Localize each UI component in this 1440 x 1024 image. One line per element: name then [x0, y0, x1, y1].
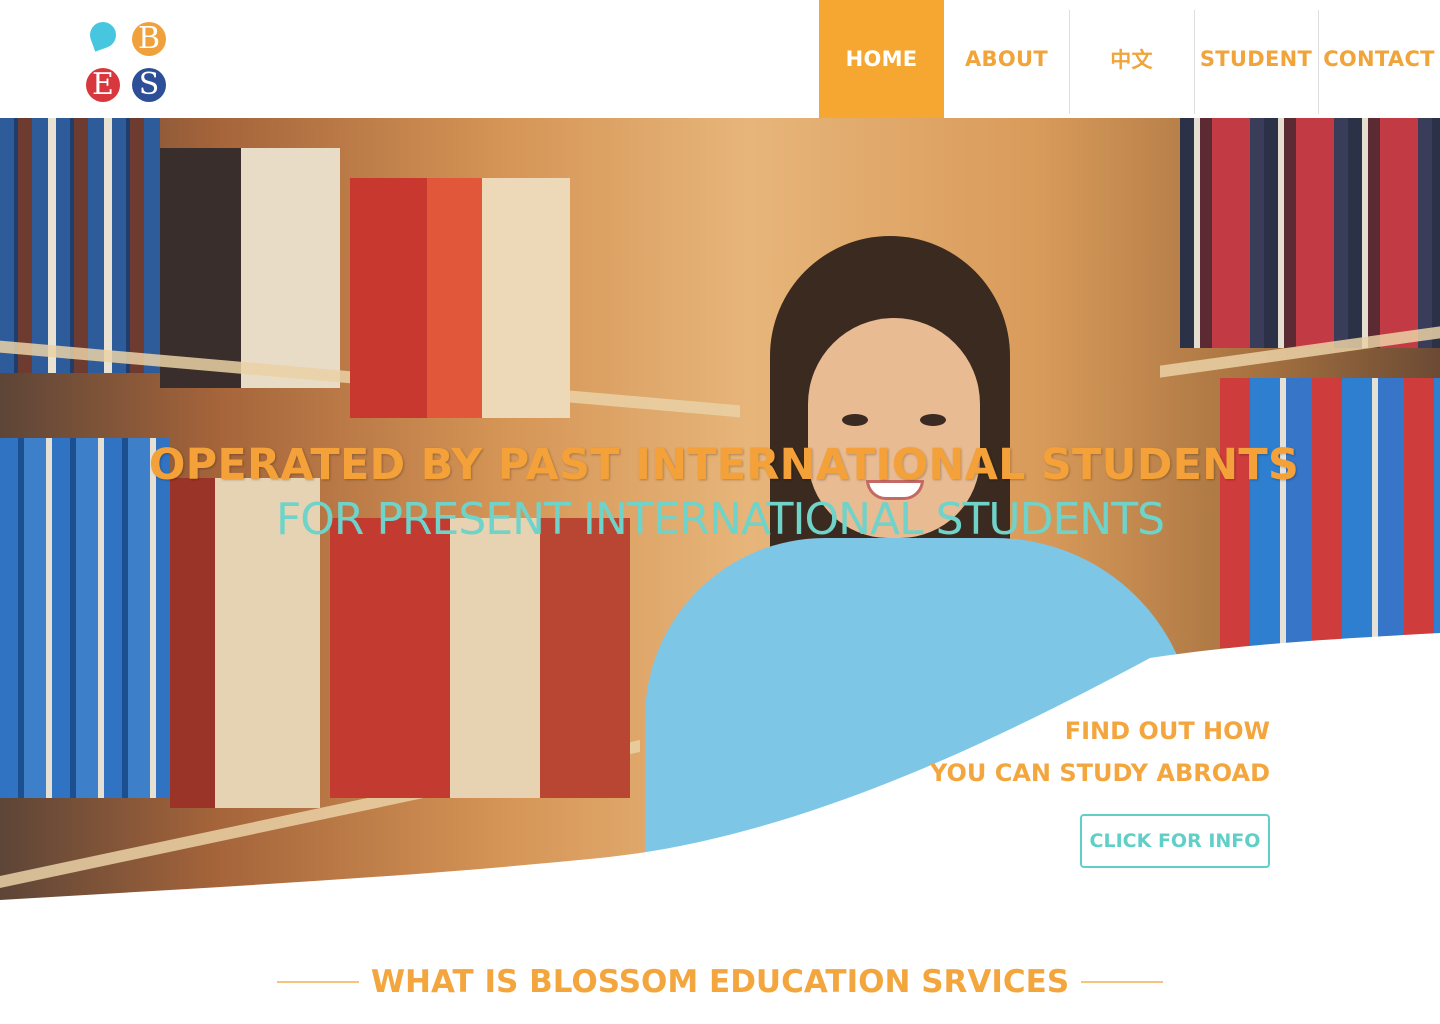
nav-item-contact[interactable]: CONTACT	[1318, 0, 1440, 118]
hero-headline-primary: OPERATED BY PAST INTERNATIONAL STUDENTS	[148, 440, 1300, 490]
study-abroad-cta: FIND OUT HOW YOU CAN STUDY ABROAD	[930, 710, 1270, 794]
cta-line-2: YOU CAN STUDY ABROAD	[929, 759, 1270, 787]
hero-headline-secondary: FOR PRESENT INTERNATIONAL STUDENTS	[275, 494, 1165, 545]
logo-letter-b: B	[132, 22, 166, 56]
section-title: WHAT IS BLOSSOM EDUCATION SRVICES	[370, 964, 1070, 1000]
logo-letter-s: S	[132, 68, 166, 102]
heading-rule-right	[1081, 981, 1164, 983]
heading-rule-left	[276, 981, 359, 983]
section-heading: WHAT IS BLOSSOM EDUCATION SRVICES	[0, 956, 1440, 1008]
site-header: B E S HOME ABOUT 中文 STUDENT CONTACT	[0, 0, 1440, 118]
cta-line-1: FIND OUT HOW	[1064, 717, 1270, 745]
nav-item-home[interactable]: HOME	[819, 0, 944, 118]
nav-item-about[interactable]: ABOUT	[944, 0, 1069, 118]
nav-item-chinese[interactable]: 中文	[1069, 0, 1194, 118]
logo-drop-shape	[86, 18, 120, 52]
nav-item-student[interactable]: STUDENT	[1194, 0, 1318, 118]
bes-logo[interactable]: B E S	[84, 18, 170, 102]
main-nav: HOME ABOUT 中文 STUDENT CONTACT	[819, 0, 1440, 118]
click-for-info-button[interactable]: CLICK FOR INFO	[1080, 814, 1270, 868]
logo-letter-e: E	[86, 68, 120, 102]
